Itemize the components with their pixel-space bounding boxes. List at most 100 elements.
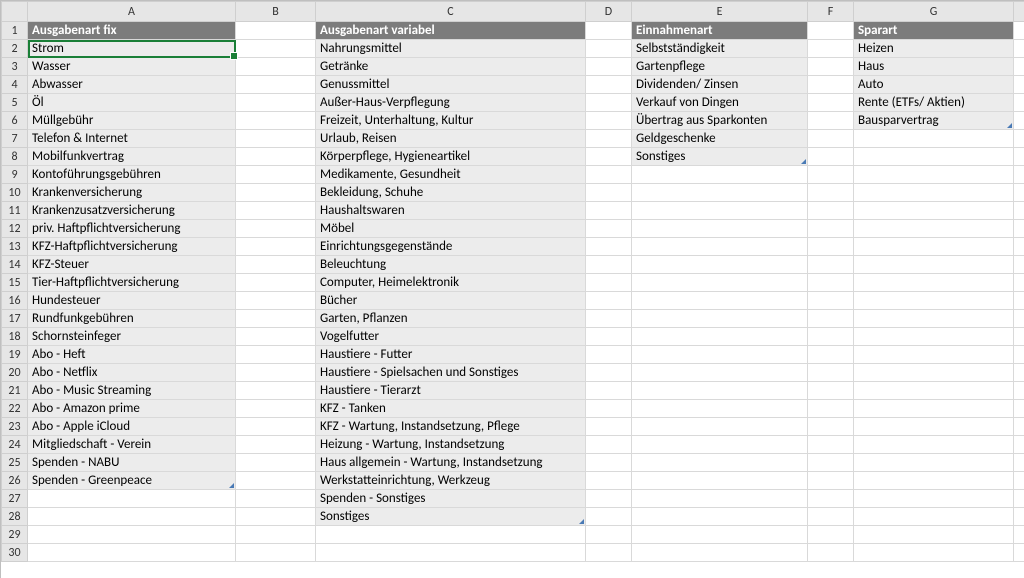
row-header-16[interactable]: 16 (2, 292, 28, 310)
cell-edge-27[interactable] (1014, 490, 1024, 508)
cell-G20[interactable] (854, 364, 1014, 382)
cell-E11[interactable] (632, 202, 808, 220)
cell-C24[interactable]: Heizung - Wartung, Instandsetzung (316, 436, 586, 454)
cell-F16[interactable] (808, 292, 854, 310)
cell-E16[interactable] (632, 292, 808, 310)
cell-F25[interactable] (808, 454, 854, 472)
row-header-5[interactable]: 5 (2, 94, 28, 112)
cell-edge-9[interactable] (1014, 166, 1024, 184)
row-header-2[interactable]: 2 (2, 40, 28, 58)
cell-F17[interactable] (808, 310, 854, 328)
cell-G22[interactable] (854, 400, 1014, 418)
cell-A25[interactable]: Spenden - NABU (28, 454, 236, 472)
cell-E30[interactable] (632, 544, 808, 562)
cell-D13[interactable] (586, 238, 632, 256)
cell-A24[interactable]: Mitgliedschaft - Verein (28, 436, 236, 454)
row-header-12[interactable]: 12 (2, 220, 28, 238)
cell-D18[interactable] (586, 328, 632, 346)
cell-F15[interactable] (808, 274, 854, 292)
cell-B20[interactable] (236, 364, 316, 382)
cell-B21[interactable] (236, 382, 316, 400)
cell-G2[interactable]: Heizen (854, 40, 1014, 58)
cell-B18[interactable] (236, 328, 316, 346)
cell-G28[interactable] (854, 508, 1014, 526)
cell-C29[interactable] (316, 526, 586, 544)
cell-B22[interactable] (236, 400, 316, 418)
cell-G6[interactable]: Bausparvertrag (854, 112, 1014, 130)
cell-E10[interactable] (632, 184, 808, 202)
cell-G21[interactable] (854, 382, 1014, 400)
cell-C12[interactable]: Möbel (316, 220, 586, 238)
cell-E26[interactable] (632, 472, 808, 490)
cell-F11[interactable] (808, 202, 854, 220)
cell-G16[interactable] (854, 292, 1014, 310)
cell-F6[interactable] (808, 112, 854, 130)
cell-B28[interactable] (236, 508, 316, 526)
col-header-D[interactable]: D (586, 2, 632, 22)
cell-edge-16[interactable] (1014, 292, 1024, 310)
col-header-E[interactable]: E (632, 2, 808, 22)
cell-B13[interactable] (236, 238, 316, 256)
cell-B3[interactable] (236, 58, 316, 76)
cell-C20[interactable]: Haustiere - Spielsachen und Sonstiges (316, 364, 586, 382)
row-header-24[interactable]: 24 (2, 436, 28, 454)
row-header-11[interactable]: 11 (2, 202, 28, 220)
cell-B9[interactable] (236, 166, 316, 184)
cell-A22[interactable]: Abo - Amazon prime (28, 400, 236, 418)
cell-D22[interactable] (586, 400, 632, 418)
cell-A18[interactable]: Schornsteinfeger (28, 328, 236, 346)
cell-D26[interactable] (586, 472, 632, 490)
cell-edge-24[interactable] (1014, 436, 1024, 454)
cell-E13[interactable] (632, 238, 808, 256)
cell-E14[interactable] (632, 256, 808, 274)
cell-A14[interactable]: KFZ-Steuer (28, 256, 236, 274)
cell-A3[interactable]: Wasser (28, 58, 236, 76)
cell-A11[interactable]: Krankenzusatzversicherung (28, 202, 236, 220)
cell-E17[interactable] (632, 310, 808, 328)
cell-B24[interactable] (236, 436, 316, 454)
cell-F4[interactable] (808, 76, 854, 94)
cell-G4[interactable]: Auto (854, 76, 1014, 94)
row-header-3[interactable]: 3 (2, 58, 28, 76)
cell-G18[interactable] (854, 328, 1014, 346)
cell-F27[interactable] (808, 490, 854, 508)
cell-G25[interactable] (854, 454, 1014, 472)
cell-F10[interactable] (808, 184, 854, 202)
cell-D2[interactable] (586, 40, 632, 58)
row-header-28[interactable]: 28 (2, 508, 28, 526)
cell-A19[interactable]: Abo - Heft (28, 346, 236, 364)
cell-F14[interactable] (808, 256, 854, 274)
cell-D25[interactable] (586, 454, 632, 472)
cell-G23[interactable] (854, 418, 1014, 436)
col-header-C[interactable]: C (316, 2, 586, 22)
row-header-13[interactable]: 13 (2, 238, 28, 256)
cell-F2[interactable] (808, 40, 854, 58)
cell-C6[interactable]: Freizeit, Unterhaltung, Kultur (316, 112, 586, 130)
row-header-25[interactable]: 25 (2, 454, 28, 472)
cell-D8[interactable] (586, 148, 632, 166)
cell-E4[interactable]: Dividenden/ Zinsen (632, 76, 808, 94)
cell-E23[interactable] (632, 418, 808, 436)
cell-edge-30[interactable] (1014, 544, 1024, 562)
cell-C8[interactable]: Körperpflege, Hygieneartikel (316, 148, 586, 166)
cell-F20[interactable] (808, 364, 854, 382)
cell-F9[interactable] (808, 166, 854, 184)
spreadsheet-grid[interactable]: A B C D E F G 1Ausgabenart fixAusgabenar… (0, 0, 1024, 578)
cell-F23[interactable] (808, 418, 854, 436)
cell-C18[interactable]: Vogelfutter (316, 328, 586, 346)
cell-edge-10[interactable] (1014, 184, 1024, 202)
col-header-G[interactable]: G (854, 2, 1014, 22)
cell-G7[interactable] (854, 130, 1014, 148)
cell-E19[interactable] (632, 346, 808, 364)
cell-B30[interactable] (236, 544, 316, 562)
cell-C21[interactable]: Haustiere - Tierarzt (316, 382, 586, 400)
cell-edge-20[interactable] (1014, 364, 1024, 382)
row-header-8[interactable]: 8 (2, 148, 28, 166)
cell-B15[interactable] (236, 274, 316, 292)
row-header-18[interactable]: 18 (2, 328, 28, 346)
cell-edge-28[interactable] (1014, 508, 1024, 526)
cell-C26[interactable]: Werkstatteinrichtung, Werkzeug (316, 472, 586, 490)
cell-E9[interactable] (632, 166, 808, 184)
cell-D27[interactable] (586, 490, 632, 508)
cell-D15[interactable] (586, 274, 632, 292)
